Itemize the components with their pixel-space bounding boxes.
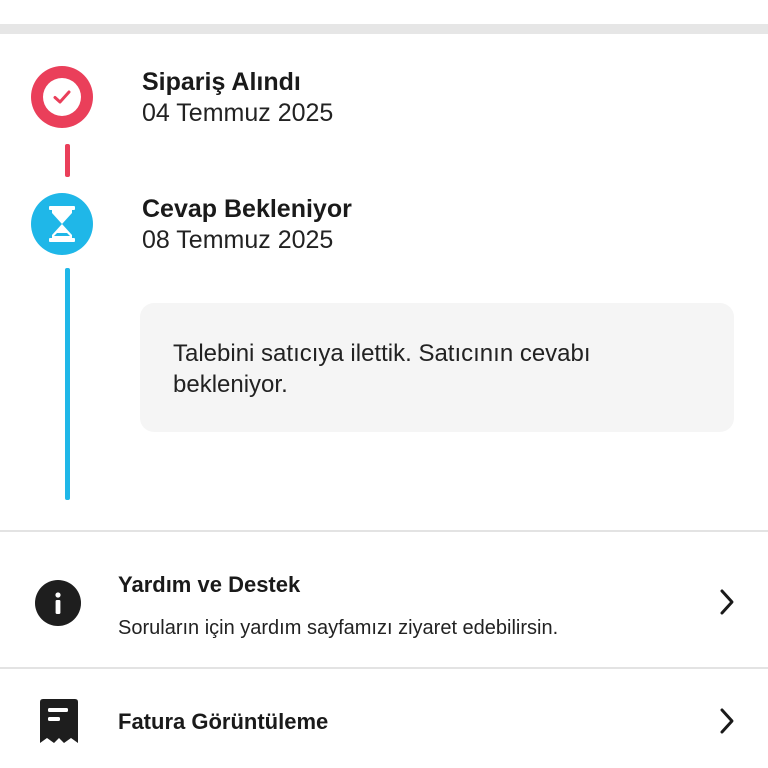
help-support-title: Yardım ve Destek <box>118 572 301 597</box>
receipt-icon <box>40 699 78 743</box>
timeline-connector-completed <box>65 144 70 177</box>
order-status-screen: Sipariş Alındı 04 Temmuz 2025 Cevap Bekl… <box>0 0 768 768</box>
invoice-view-row[interactable]: Fatura Görüntüleme <box>0 669 768 768</box>
step-date-awaiting-response: 08 Temmuz 2025 <box>142 226 334 254</box>
step-title-awaiting-response: Cevap Bekleniyor <box>142 195 352 223</box>
top-separator <box>0 24 768 34</box>
status-message-box: Talebini satıcıya ilettik. Satıcının cev… <box>140 303 734 432</box>
step-date-order-received: 04 Temmuz 2025 <box>142 99 334 127</box>
chevron-right-icon <box>720 708 734 734</box>
info-icon <box>35 580 81 626</box>
check-circle-icon <box>31 66 93 128</box>
hourglass-icon <box>31 193 93 255</box>
chevron-right-icon <box>720 589 734 615</box>
status-message-text: Talebini satıcıya ilettik. Satıcının cev… <box>173 340 591 398</box>
invoice-view-title: Fatura Görüntüleme <box>118 709 329 734</box>
step-title-order-received: Sipariş Alındı <box>142 68 301 96</box>
help-support-subtitle: Soruların için yardım sayfamızı ziyaret … <box>118 617 559 639</box>
timeline-connector-waiting <box>65 268 70 500</box>
help-support-row[interactable]: Yardım ve Destek Soruların için yardım s… <box>0 532 768 667</box>
